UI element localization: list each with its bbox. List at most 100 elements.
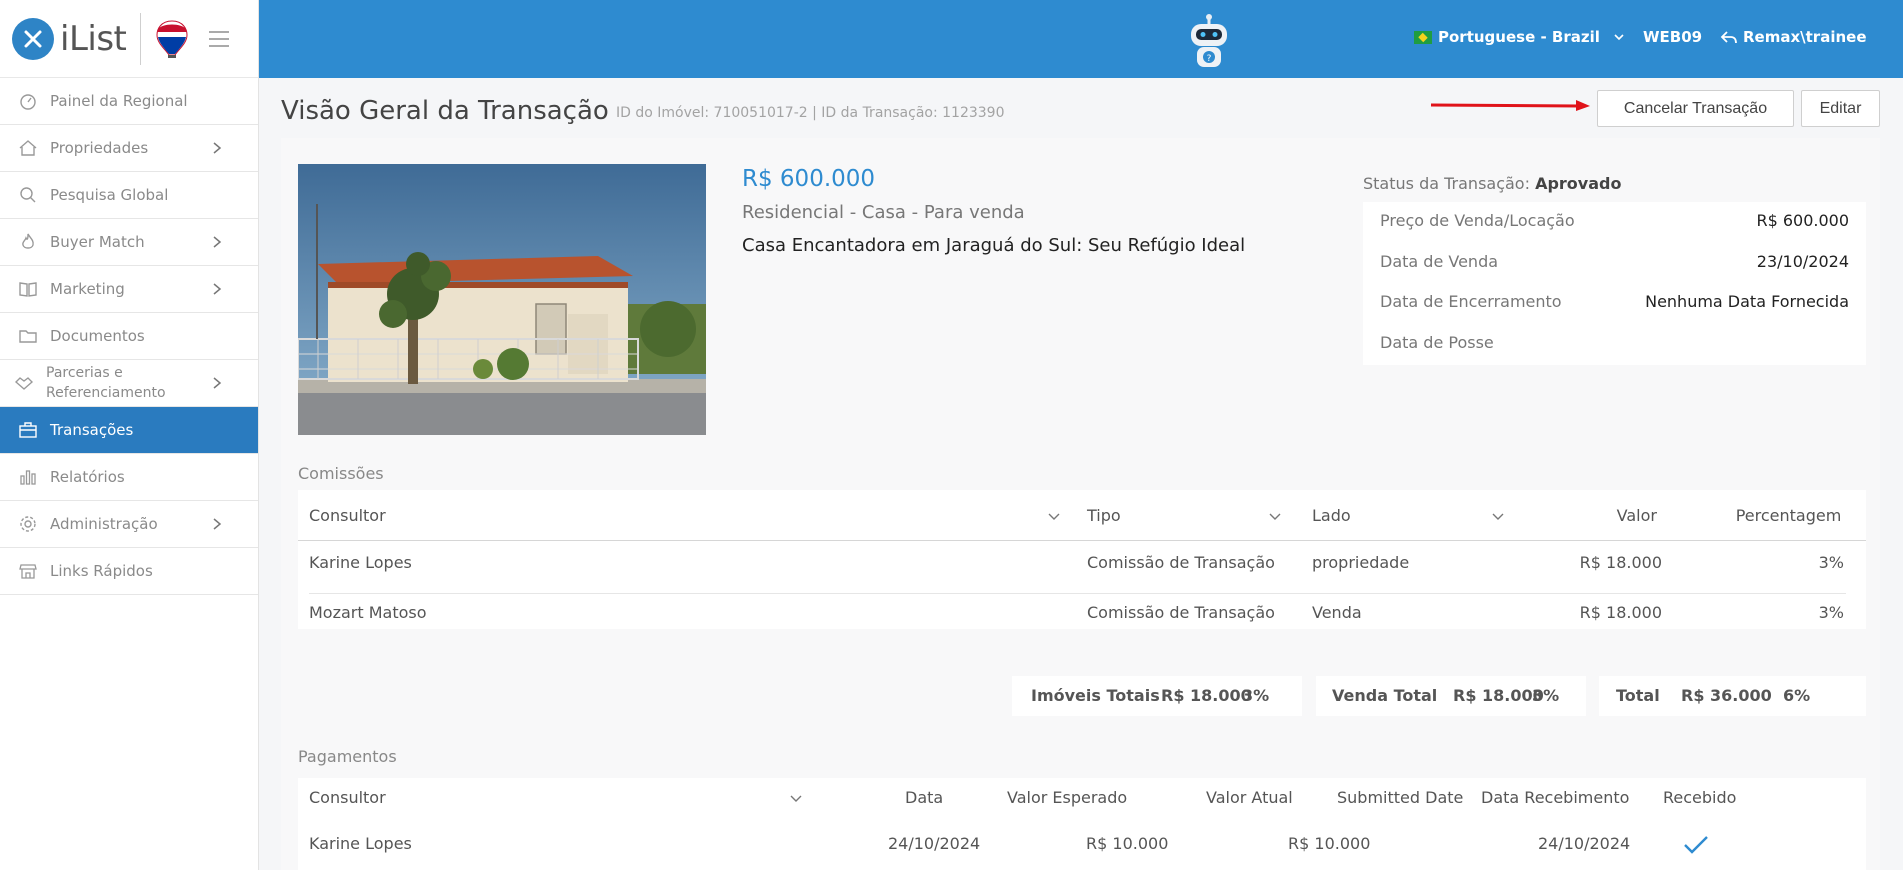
- commissions-table: Consultor Tipo Lado Valor Percentagem Ka…: [298, 490, 1866, 629]
- app-name: iList: [60, 18, 127, 59]
- gear-icon: [20, 516, 36, 532]
- detail-row: Data de Encerramento Nenhuma Data Fornec…: [1380, 292, 1849, 312]
- property-type: Residencial - Casa - Para venda: [742, 202, 1025, 223]
- sidebar: iList Painel da Regional Propriedades Pe…: [0, 0, 259, 870]
- cancel-transaction-button[interactable]: Cancelar Transação: [1597, 90, 1794, 127]
- sidebar-item-marketing[interactable]: Marketing: [0, 266, 258, 313]
- cell-valor: R$ 18.000: [1579, 603, 1662, 622]
- sidebar-item-administracao[interactable]: Administração: [0, 501, 258, 548]
- column-header-tipo[interactable]: Tipo: [1087, 506, 1121, 525]
- detail-label: Preço de Venda/Locação: [1380, 211, 1575, 230]
- sidebar-item-documentos[interactable]: Documentos: [0, 313, 258, 360]
- total-pct: 3%: [1532, 686, 1560, 705]
- total-value: R$ 18.000: [1161, 686, 1252, 705]
- sidebar-item-painel[interactable]: Painel da Regional: [0, 78, 258, 125]
- cell-valor: R$ 18.000: [1579, 553, 1662, 572]
- svg-text:?: ?: [1207, 54, 1212, 64]
- search-icon: [20, 187, 36, 203]
- page-title: Visão Geral da Transação: [281, 96, 609, 126]
- sidebar-item-label: Relatórios: [50, 468, 125, 486]
- sidebar-item-propriedades[interactable]: Propriedades: [0, 125, 258, 172]
- cell-tipo: Comissão de Transação: [1087, 603, 1275, 622]
- cell-consultor: Karine Lopes: [309, 834, 412, 853]
- cell-data: 24/10/2024: [888, 834, 981, 853]
- cell-valor-atual: R$ 10.000: [1288, 834, 1371, 853]
- sidebar-item-label: Parcerias e Referenciamento: [46, 365, 166, 401]
- language-label: Portuguese - Brazil: [1438, 28, 1600, 46]
- transaction-details-card: Preço de Venda/Locação R$ 600.000 Data d…: [1363, 202, 1866, 365]
- cell-tipo: Comissão de Transação: [1087, 553, 1275, 572]
- top-header: ? Portuguese - Brazil WEB09 Remax\traine…: [259, 0, 1903, 78]
- column-header-data-recebimento: Data Recebimento: [1481, 788, 1630, 807]
- cell-percentagem: 3%: [1818, 553, 1844, 572]
- chevron-right-icon: [213, 518, 222, 530]
- column-header-percentagem: Percentagem: [1735, 506, 1842, 525]
- brazil-flag-icon: [1414, 30, 1432, 44]
- total-pct: 6%: [1783, 686, 1811, 705]
- chevron-down-icon[interactable]: [1492, 513, 1504, 521]
- column-header-consultor[interactable]: Consultor: [309, 788, 386, 807]
- logo-bar: iList: [0, 0, 258, 78]
- sidebar-item-label: Documentos: [50, 327, 145, 345]
- store-icon: [19, 564, 37, 579]
- sidebar-item-buyer-match[interactable]: Buyer Match: [0, 219, 258, 266]
- sidebar-item-pesquisa[interactable]: Pesquisa Global: [0, 172, 258, 219]
- detail-label: Data de Venda: [1380, 252, 1499, 271]
- payments-label: Pagamentos: [298, 747, 397, 766]
- column-header-data: Data: [905, 788, 944, 807]
- sidebar-item-label: Administração: [50, 515, 158, 533]
- payments-table: Consultor Data Valor Esperado Valor Atua…: [298, 778, 1866, 870]
- status-value: Aprovado: [1535, 174, 1622, 193]
- detail-value: R$ 600.000: [1756, 211, 1849, 230]
- sidebar-item-links-rapidos[interactable]: Links Rápidos: [0, 548, 258, 595]
- cell-recebimento: 24/10/2024: [1538, 834, 1631, 853]
- commissions-label: Comissões: [298, 464, 384, 483]
- column-header-valor-esperado: Valor Esperado: [1007, 788, 1128, 807]
- flame-icon: [22, 233, 34, 249]
- totals-geral: Total R$ 36.000 6%: [1599, 676, 1866, 716]
- sidebar-item-relatorios[interactable]: Relatórios: [0, 454, 258, 501]
- column-header-valor: Valor: [1616, 506, 1657, 525]
- sidebar-item-label: Propriedades: [50, 139, 149, 157]
- remax-balloon-logo: [156, 19, 188, 58]
- transaction-panel: R$ 600.000 Residencial - Casa - Para ven…: [281, 138, 1880, 870]
- chevron-right-icon: [213, 377, 222, 389]
- total-label: Imóveis Totais: [1031, 686, 1160, 705]
- property-title[interactable]: Casa Encantadora em Jaraguá do Sul: Seu …: [742, 235, 1245, 256]
- chevron-down-icon[interactable]: [1048, 513, 1060, 521]
- sidebar-item-transacoes[interactable]: Transações: [0, 407, 258, 454]
- language-selector[interactable]: Portuguese - Brazil: [1414, 28, 1624, 46]
- cell-lado: propriedade: [1312, 553, 1410, 572]
- book-icon: [19, 282, 37, 297]
- page-subtitle: ID do Imóvel: 710051017-2 | ID da Transa…: [616, 105, 1005, 121]
- office-code[interactable]: WEB09: [1643, 28, 1702, 46]
- column-header-consultor[interactable]: Consultor: [309, 506, 386, 525]
- cell-percentagem: 3%: [1818, 603, 1844, 622]
- user-switch[interactable]: Remax\trainee: [1720, 28, 1867, 46]
- sidebar-item-parcerias[interactable]: Parcerias e Referenciamento: [0, 360, 258, 407]
- chevron-down-icon[interactable]: [1269, 513, 1281, 521]
- total-label: Venda Total: [1332, 686, 1438, 705]
- status-label: Status da Transação:: [1363, 174, 1530, 193]
- column-header-lado[interactable]: Lado: [1312, 506, 1351, 525]
- chevron-down-icon[interactable]: [790, 795, 802, 803]
- column-header-valor-atual: Valor Atual: [1206, 788, 1293, 807]
- detail-row: Data de Venda 23/10/2024: [1380, 252, 1849, 272]
- sidebar-item-label: Buyer Match: [50, 233, 145, 251]
- menu-toggle-icon[interactable]: [209, 30, 230, 47]
- detail-row: Data de Posse: [1380, 333, 1849, 353]
- detail-value: 23/10/2024: [1756, 252, 1849, 271]
- detail-value: Nenhuma Data Fornecida: [1645, 292, 1849, 311]
- cell-consultor: Karine Lopes: [309, 553, 412, 572]
- folder-icon: [19, 330, 37, 343]
- edit-button[interactable]: Editar: [1801, 90, 1880, 127]
- chevron-right-icon: [213, 142, 222, 154]
- total-pct: 3%: [1242, 686, 1270, 705]
- bar-chart-icon: [20, 470, 36, 485]
- robot-assistant-icon[interactable]: ?: [1183, 12, 1235, 70]
- property-photo[interactable]: [298, 164, 706, 435]
- briefcase-icon: [19, 422, 37, 438]
- totals-venda: Venda Total R$ 18.000 3%: [1316, 676, 1586, 716]
- transaction-status: Status da Transação: Aprovado: [1363, 174, 1621, 193]
- detail-row: Preço de Venda/Locação R$ 600.000: [1380, 211, 1849, 231]
